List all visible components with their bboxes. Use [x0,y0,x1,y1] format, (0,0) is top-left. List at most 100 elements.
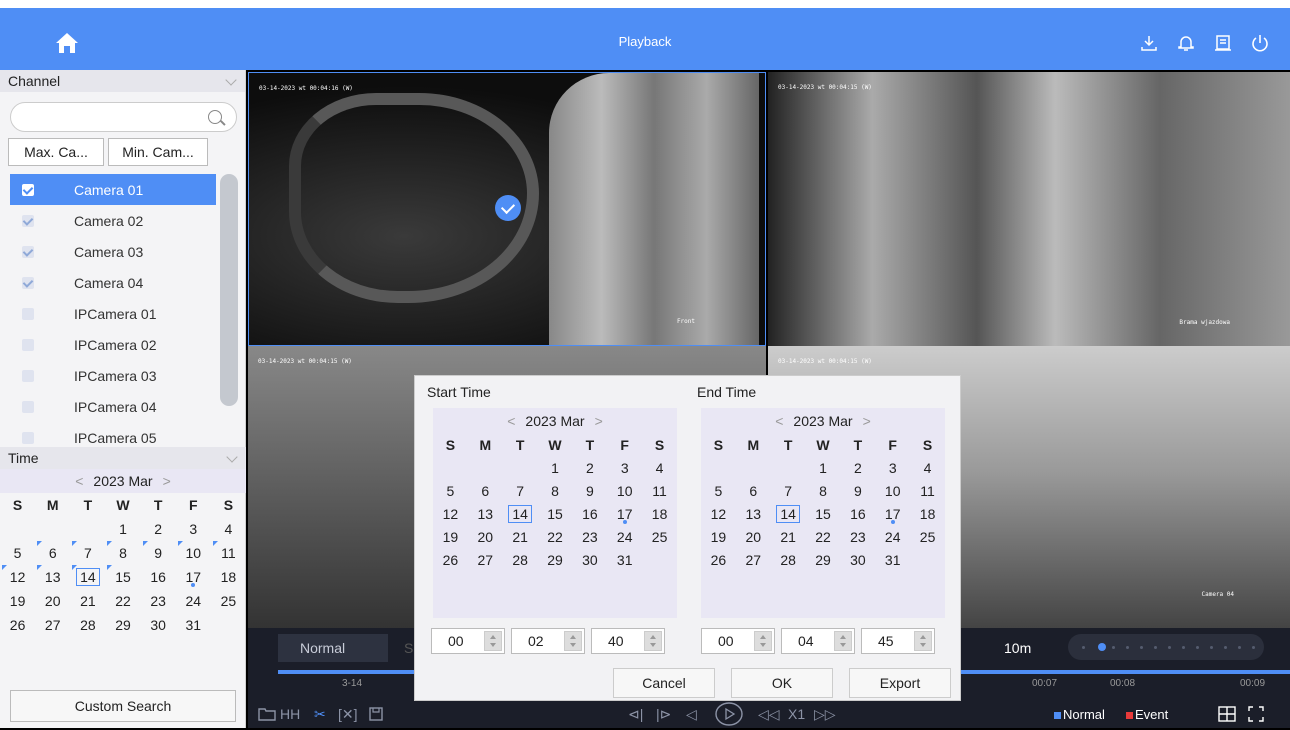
calendar-day[interactable]: 25 [211,589,246,613]
custom-search-button[interactable]: Custom Search [10,690,236,722]
timeline-zoom-slider[interactable] [1068,634,1264,660]
calendar-day[interactable]: 31 [176,613,211,637]
camera-item[interactable]: IPCamera 02 [10,329,216,360]
next-frame-icon[interactable]: |⊳ [656,706,671,723]
checkbox[interactable] [22,369,34,382]
slow-icon[interactable]: ◁◁ [758,706,780,723]
calendar-day[interactable]: 1 [105,517,140,541]
clip-icon[interactable]: ✂ [314,706,326,723]
calendar-day[interactable]: 24 [875,526,910,549]
calendar-day[interactable]: 18 [211,565,246,589]
calendar-day[interactable]: 29 [105,613,140,637]
calendar-day[interactable]: 29 [806,549,841,572]
save-icon[interactable] [368,706,384,725]
ok-button[interactable]: OK [731,668,833,698]
calendar-day-selected[interactable]: 14 [70,565,105,589]
calendar-day[interactable]: 16 [572,503,607,526]
calendar-day[interactable]: 23 [572,526,607,549]
time-section-header[interactable]: Time [0,447,246,469]
export-icon[interactable] [1213,33,1233,53]
calendar-day[interactable]: 30 [840,549,875,572]
camera-list-scrollbar[interactable] [220,174,238,406]
start-minute-stepper[interactable]: 02 [511,628,585,654]
calendar-day[interactable]: 22 [538,526,573,549]
next-month-icon[interactable]: > [595,413,603,429]
calendar-day[interactable]: 3 [875,457,910,480]
calendar-day[interactable]: 21 [70,589,105,613]
prev-frame-icon[interactable]: ⊲| [628,706,643,723]
prev-month-icon[interactable]: < [75,473,83,489]
calendar-day[interactable]: 12 [433,503,468,526]
calendar-day[interactable]: 20 [468,526,503,549]
stepper-arrows-icon[interactable] [564,631,582,651]
calendar-day[interactable]: 11 [910,480,945,503]
calendar-day[interactable]: 10 [176,541,211,565]
calendar-day[interactable]: 18 [910,503,945,526]
calendar-day[interactable]: 7 [70,541,105,565]
calendar-day[interactable]: 16 [141,565,176,589]
fast-forward-icon[interactable]: ▷▷ [814,706,836,723]
calendar-day[interactable]: 28 [503,549,538,572]
checkbox[interactable] [22,400,34,413]
calendar-day[interactable]: 4 [910,457,945,480]
checkbox[interactable] [22,431,34,444]
calendar-day[interactable]: 20 [736,526,771,549]
checkbox[interactable] [22,214,34,227]
calendar-day[interactable]: 8 [105,541,140,565]
calendar-day[interactable]: 23 [141,589,176,613]
next-month-icon[interactable]: > [863,413,871,429]
calendar-day-selected[interactable]: 14 [771,503,806,526]
start-hour-stepper[interactable]: 00 [431,628,505,654]
fullscreen-icon[interactable] [1248,706,1264,725]
calendar-day[interactable]: 20 [35,589,70,613]
calendar-day[interactable]: 27 [468,549,503,572]
camera-item[interactable]: Camera 03 [10,236,216,267]
video-tile-2[interactable]: 03-14-2023 wt 00:04:15 (W) Brama wjazdow… [768,72,1290,346]
checkbox[interactable] [22,338,34,351]
stepper-arrows-icon[interactable] [484,631,502,651]
calendar-day[interactable]: 17 [875,503,910,526]
folder-icon[interactable] [258,706,276,725]
calendar-day[interactable]: 3 [607,457,642,480]
calendar-day[interactable]: 10 [875,480,910,503]
calendar-day[interactable]: 15 [105,565,140,589]
calendar-day[interactable]: 19 [0,589,35,613]
calendar-day[interactable]: 3 [176,517,211,541]
download-icon[interactable] [1139,33,1159,53]
calendar-day[interactable]: 13 [468,503,503,526]
calendar-day[interactable]: 4 [642,457,677,480]
calendar-day[interactable]: 17 [607,503,642,526]
calendar-day[interactable]: 22 [105,589,140,613]
video-tile-1[interactable]: 03-14-2023 wt 00:04:16 (W) Front [248,72,766,346]
calendar-day[interactable]: 26 [701,549,736,572]
calendar-day[interactable]: 28 [771,549,806,572]
calendar-day[interactable]: 17 [176,565,211,589]
calendar-day[interactable]: 9 [141,541,176,565]
checkbox[interactable] [22,276,34,289]
tab-normal[interactable]: Normal [278,634,388,662]
next-month-icon[interactable]: > [163,473,171,489]
calendar-day[interactable]: 13 [736,503,771,526]
export-button[interactable]: Export [849,668,951,698]
calendar-day[interactable]: 1 [538,457,573,480]
calendar-day[interactable]: 24 [607,526,642,549]
calendar-day[interactable]: 16 [840,503,875,526]
calendar-day[interactable]: 2 [572,457,607,480]
calendar-day[interactable]: 5 [433,480,468,503]
calendar-day[interactable]: 10 [607,480,642,503]
calendar-day[interactable]: 2 [141,517,176,541]
checkbox[interactable] [22,307,34,320]
min-camera-button[interactable]: Min. Cam... [108,138,208,166]
calendar-day-selected[interactable]: 14 [503,503,538,526]
calendar-day[interactable]: 4 [211,517,246,541]
calendar-day[interactable]: 9 [572,480,607,503]
stepper-arrows-icon[interactable] [644,631,662,651]
prev-month-icon[interactable]: < [775,413,783,429]
chevron-down-icon[interactable] [226,451,238,463]
calendar-day[interactable]: 9 [840,480,875,503]
stepper-arrows-icon[interactable] [754,631,772,651]
chevron-down-icon[interactable] [225,74,237,86]
calendar-day[interactable]: 6 [468,480,503,503]
camera-item[interactable]: Camera 01 [10,174,216,205]
calendar-day[interactable]: 6 [736,480,771,503]
